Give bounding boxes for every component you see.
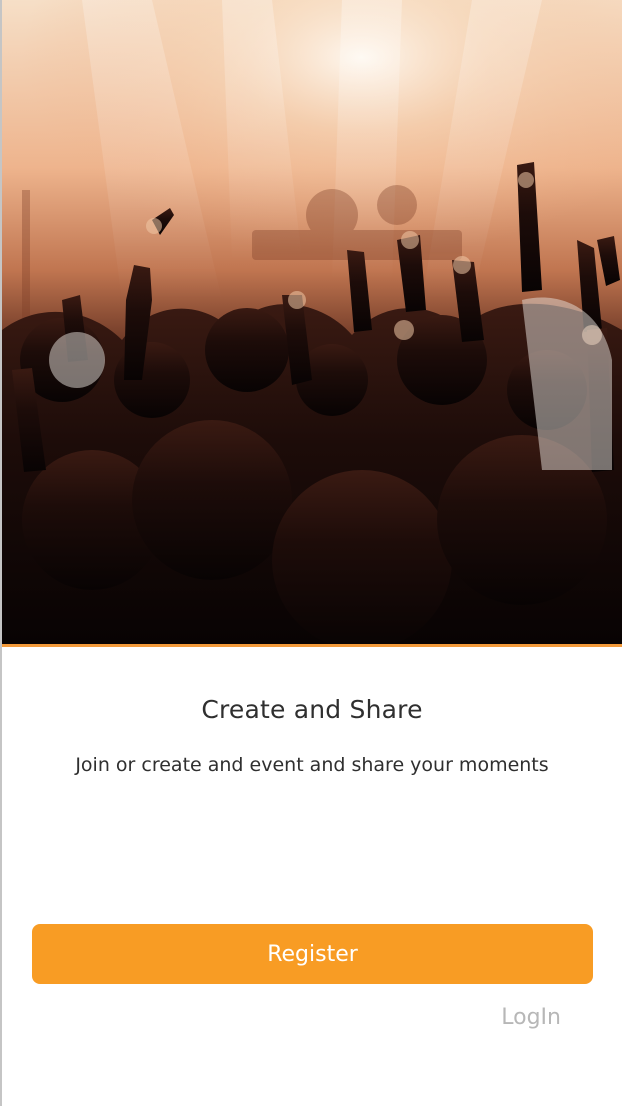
- hero-illustration: [2, 0, 622, 644]
- register-button[interactable]: Register: [32, 924, 593, 984]
- onboarding-title: Create and Share: [201, 695, 423, 724]
- onboarding-screen: Create and Share Join or create and even…: [0, 0, 622, 1106]
- login-link[interactable]: LogIn: [501, 1005, 561, 1030]
- onboarding-subtitle: Join or create and event and share your …: [75, 754, 549, 776]
- concert-crowd-image: [2, 0, 622, 644]
- onboarding-panel: Create and Share Join or create and even…: [2, 647, 622, 1106]
